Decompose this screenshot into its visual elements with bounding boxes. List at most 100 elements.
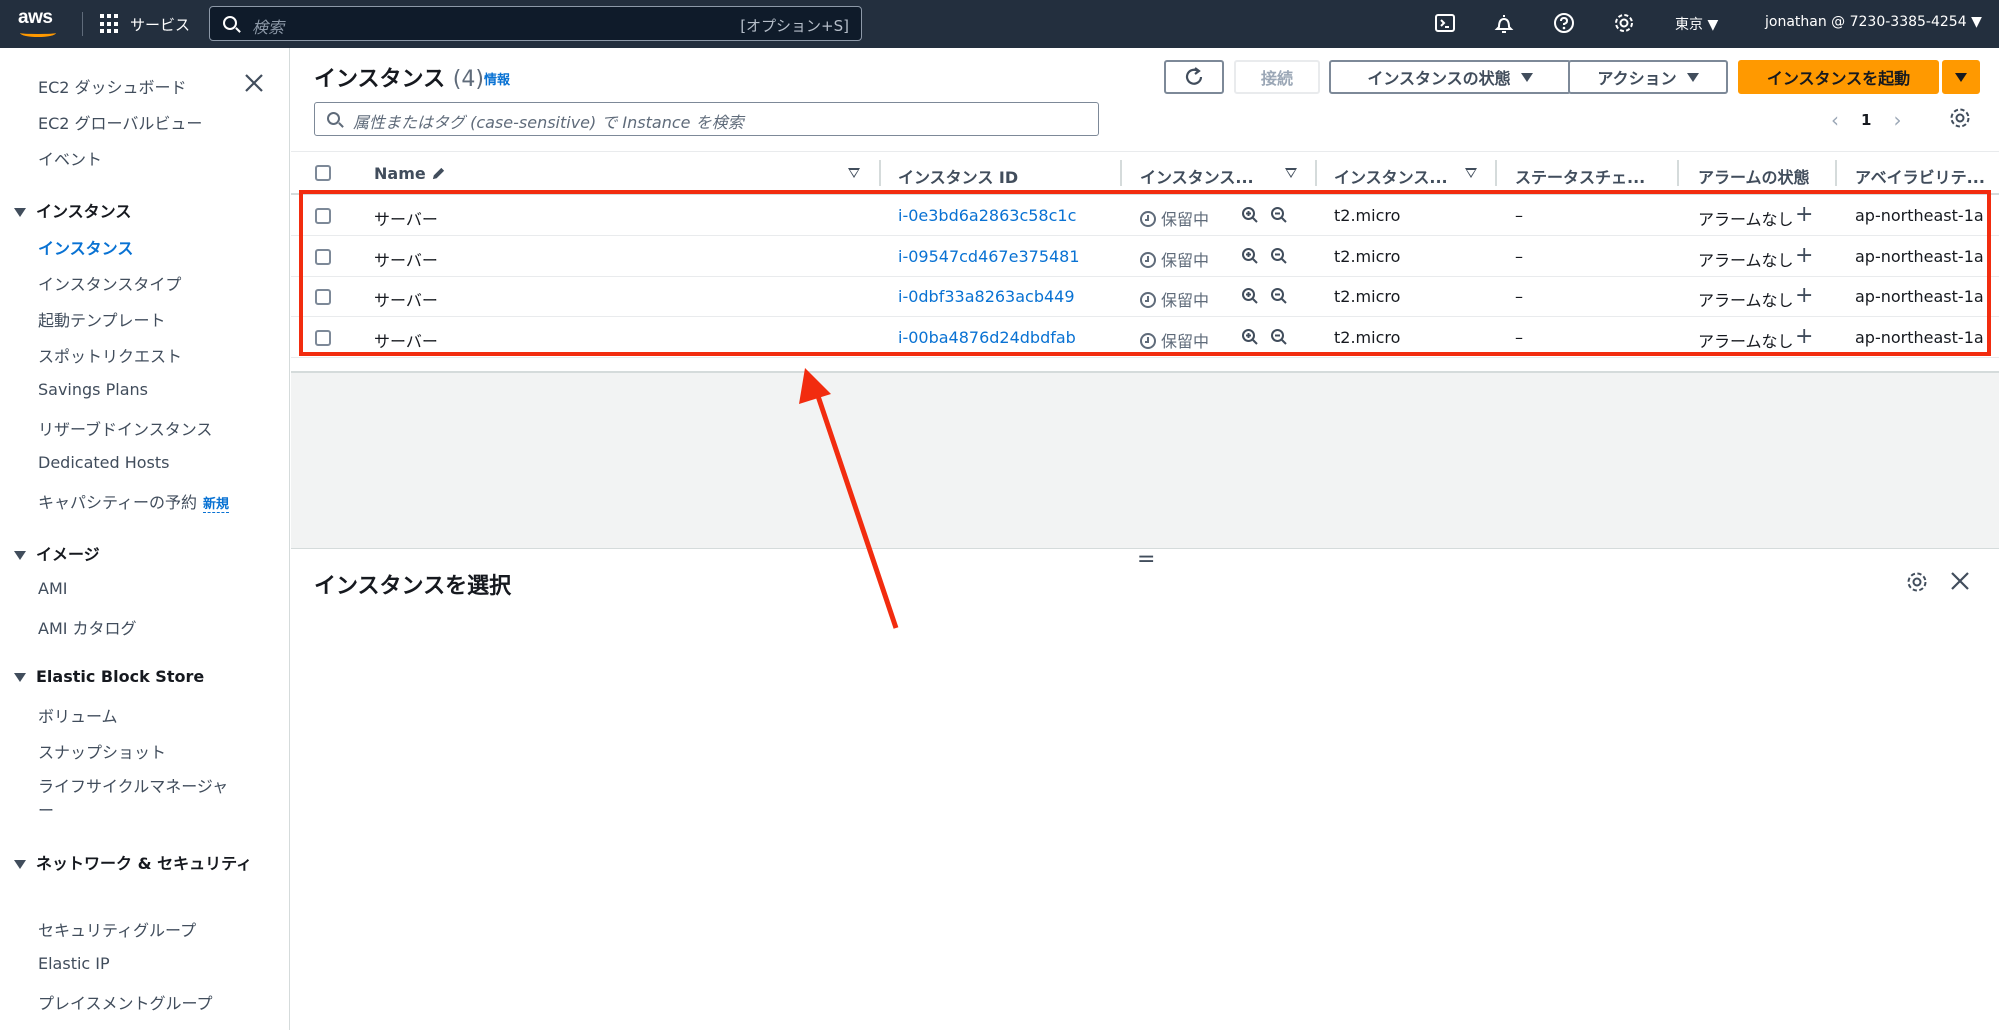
detail-panel-title: インスタンスを選択 (314, 574, 512, 599)
caret-down-icon (14, 208, 26, 217)
column-divider[interactable] (1677, 160, 1679, 186)
table-settings-gear-icon[interactable] (1948, 106, 1972, 130)
sidebar-item-spot-requests[interactable]: スポットリクエスト (38, 343, 182, 367)
pagination: ‹ 1 › (1831, 108, 1901, 132)
sidebar-item-ec2-global-view[interactable]: EC2 グローバルビュー (38, 110, 202, 134)
sidebar-item-launch-templates[interactable]: 起動テンプレート (38, 307, 166, 331)
caret-down-icon (14, 551, 26, 560)
sidebar-item-lifecycle-manager[interactable]: ライフサイクルマネージャー (38, 775, 238, 823)
detail-settings-gear-icon[interactable] (1905, 570, 1929, 594)
refresh-icon (1185, 67, 1203, 85)
column-label: Name (374, 164, 426, 183)
column-divider[interactable] (1495, 160, 1497, 186)
edit-pencil-icon (433, 167, 445, 180)
sort-icon[interactable] (848, 168, 860, 178)
aws-logo-text: aws (18, 7, 53, 28)
column-divider[interactable] (1315, 160, 1317, 186)
annotation-highlight-box (299, 190, 1991, 356)
page-number[interactable]: 1 (1861, 111, 1871, 129)
sidebar-section-images[interactable]: イメージ (14, 541, 100, 565)
table-header: Name インスタンス ID インスタンス... インスタンス... ステータス… (291, 151, 1999, 195)
sort-icon[interactable] (1465, 168, 1477, 178)
search-icon (223, 16, 237, 30)
refresh-button[interactable] (1164, 60, 1224, 94)
sidebar-section-title: インスタンス (36, 202, 132, 221)
column-header-instance-state[interactable]: インスタンス... (1140, 164, 1254, 188)
services-label: サービス (130, 15, 191, 34)
button-label: アクション (1597, 69, 1677, 88)
sidebar-item-ami[interactable]: AMI (38, 579, 67, 598)
sort-icon[interactable] (1285, 168, 1297, 178)
region-selector[interactable]: 東京 ▼ (1675, 14, 1718, 34)
launch-instances-button[interactable]: インスタンスを起動 (1738, 60, 1939, 94)
new-badge: 新規 (203, 497, 230, 513)
page-title: インスタンス (4) (314, 61, 484, 93)
caret-down-icon (14, 860, 26, 869)
global-search-input[interactable]: 検索 [オプション+S] (209, 6, 862, 41)
connect-button[interactable]: 接続 (1234, 60, 1320, 94)
launch-dropdown-button[interactable] (1942, 60, 1980, 94)
sidebar-section-title: イメージ (36, 545, 100, 564)
column-divider[interactable] (1120, 160, 1122, 186)
caret-down-icon (14, 673, 26, 682)
main-content: インスタンス (4) 情報 接続 インスタンスの状態 アクション インスタンスを… (291, 48, 1999, 1030)
sidebar-item-events[interactable]: イベント (38, 146, 102, 170)
search-shortcut-hint: [オプション+S] (740, 17, 849, 35)
column-header-alarm-status[interactable]: アラームの状態 (1698, 164, 1810, 188)
help-icon[interactable] (1552, 12, 1576, 36)
sidebar-item-dedicated-hosts[interactable]: Dedicated Hosts (38, 453, 170, 472)
sidebar-item-label: キャパシティーの予約 (38, 493, 198, 512)
sidebar-item-volumes[interactable]: ボリューム (38, 703, 118, 727)
search-icon (327, 112, 340, 125)
info-link[interactable]: 情報 (484, 69, 510, 88)
select-all-checkbox[interactable] (315, 165, 331, 181)
caret-down-icon (1955, 72, 1967, 82)
instance-count: (4) (452, 67, 484, 92)
search-placeholder: 検索 (252, 18, 285, 37)
sidebar-item-placement-groups[interactable]: プレイスメントグループ (38, 990, 213, 1014)
instance-search-input[interactable]: 属性またはタグ (case-sensitive) で Instance を検索 (314, 102, 1099, 136)
close-icon[interactable] (243, 72, 265, 94)
sidebar-section-ebs[interactable]: Elastic Block Store (14, 667, 204, 686)
sidebar-item-elastic-ip[interactable]: Elastic IP (38, 954, 110, 973)
column-header-availability-zone[interactable]: アベイラビリテ... (1855, 164, 1985, 188)
sidebar-item-instances[interactable]: インスタンス (38, 235, 133, 259)
sidebar-item-security-groups[interactable]: セキュリティグループ (38, 917, 196, 941)
table-empty-area (291, 371, 1999, 549)
sidebar-section-instances[interactable]: インスタンス (14, 198, 131, 222)
sidebar-section-title: ネットワーク & セキュリティ (36, 854, 253, 873)
caret-down-icon (1686, 72, 1699, 82)
sidebar-item-ami-catalog[interactable]: AMI カタログ (38, 615, 137, 639)
chevron-left-icon[interactable]: ‹ (1831, 108, 1839, 132)
sidebar-item-ec2-dashboard[interactable]: EC2 ダッシュボード (38, 74, 187, 98)
column-header-name[interactable]: Name (374, 164, 446, 183)
sidebar-item-capacity-reservations[interactable]: キャパシティーの予約 新規 (38, 489, 230, 513)
sidebar-item-reserved-instances[interactable]: リザーブドインスタンス (38, 416, 212, 440)
column-divider[interactable] (1835, 160, 1837, 186)
close-icon[interactable] (1949, 570, 1971, 592)
column-header-status-check[interactable]: ステータスチェ... (1515, 164, 1645, 188)
settings-gear-icon[interactable] (1612, 12, 1636, 36)
account-menu[interactable]: jonathan @ 7230-3385-4254 ▼ (1765, 14, 1982, 30)
services-menu-button[interactable]: サービス (100, 12, 190, 36)
actions-button[interactable]: アクション (1568, 60, 1728, 94)
column-divider[interactable] (879, 160, 881, 186)
sidebar: EC2 ダッシュボード EC2 グローバルビュー イベント インスタンス インス… (0, 48, 290, 1030)
column-header-instance-type[interactable]: インスタンス... (1334, 164, 1448, 188)
sidebar-item-snapshots[interactable]: スナップショット (38, 739, 166, 763)
caret-down-icon (1520, 72, 1533, 82)
chevron-right-icon[interactable]: › (1893, 108, 1901, 132)
column-header-instance-id[interactable]: インスタンス ID (898, 164, 1018, 188)
split-panel-drag-handle[interactable]: = (1137, 549, 1155, 571)
page-title-text: インスタンス (314, 67, 446, 92)
sidebar-section-network-security[interactable]: ネットワーク & セキュリティ (14, 851, 254, 876)
notifications-bell-icon[interactable] (1492, 12, 1516, 36)
sidebar-item-instance-types[interactable]: インスタンスタイプ (38, 271, 181, 295)
aws-smile-icon (20, 29, 56, 37)
sidebar-item-savings-plans[interactable]: Savings Plans (38, 380, 148, 399)
instance-state-button[interactable]: インスタンスの状態 (1329, 60, 1571, 94)
aws-logo[interactable]: aws (18, 8, 62, 40)
search-placeholder: 属性またはタグ (case-sensitive) で Instance を検索 (353, 113, 744, 132)
sidebar-section-title: Elastic Block Store (36, 667, 205, 686)
cloudshell-icon[interactable] (1433, 12, 1457, 36)
